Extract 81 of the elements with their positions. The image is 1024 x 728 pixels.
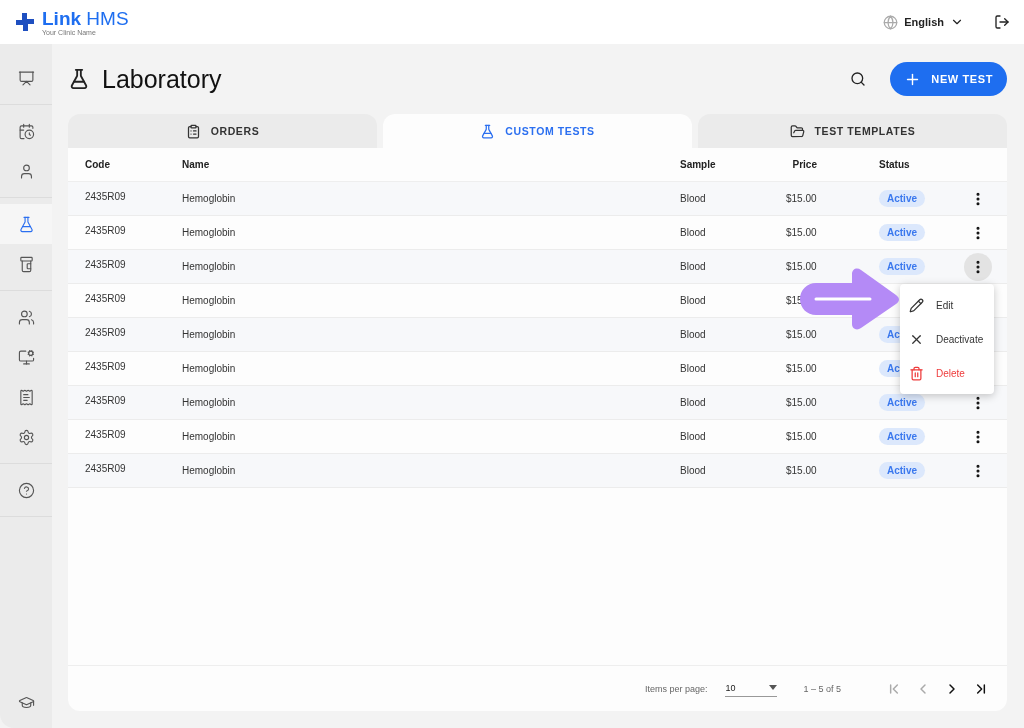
table-cell-text: 2435R09 (85, 360, 127, 372)
table-cell-text: Blood (680, 193, 707, 204)
status-badge: Active (879, 190, 925, 207)
page-size-select[interactable]: 10 (725, 680, 778, 697)
logout-icon (994, 14, 1010, 30)
table-cell-text: Hemoglobin (182, 363, 237, 374)
flask-icon (480, 123, 496, 139)
monitor-gear-icon (17, 348, 35, 366)
status-badge: Active (879, 394, 925, 411)
table-cell-text: Blood (680, 261, 707, 272)
table-cell: $15.00 (786, 261, 817, 272)
dropdown-caret-icon (769, 685, 778, 690)
globe-icon (883, 14, 899, 30)
table-cell-text: 2435R09 (85, 462, 127, 474)
table-cell-text: 2435R09 (85, 224, 127, 236)
receipt-icon (17, 388, 35, 406)
page-title: Laboratory (102, 64, 222, 94)
column-header: Sample (680, 159, 717, 170)
logout-button[interactable] (994, 14, 1010, 30)
page-range: 1 – 5 of 5 (803, 683, 841, 694)
new-test-button[interactable]: NEW TEST (890, 62, 1007, 96)
column-header: Name (182, 159, 211, 170)
status-badge: Active (879, 428, 925, 445)
status-badge: Active (879, 258, 925, 275)
table-cell-text: 2435R09 (85, 190, 127, 202)
table-cell-text: Hemoglobin (182, 397, 237, 408)
brand-name: Link HMS (42, 8, 129, 28)
table-cell: $15.00 (786, 431, 817, 442)
trash-icon (909, 365, 924, 381)
tab[interactable]: ORDERS (68, 114, 377, 148)
table-cell-text: Hemoglobin (182, 329, 237, 340)
table-cell: $15.00 (786, 193, 817, 204)
people-icon (17, 308, 35, 326)
table-cell-text: Blood (680, 329, 707, 340)
table-cell-text: Hemoglobin (182, 193, 237, 204)
table-cell-text: Hemoglobin (182, 261, 237, 272)
column-header: Code (85, 159, 111, 170)
table-cell-text: Blood (680, 431, 707, 442)
calendar-clock-icon (17, 122, 35, 140)
menu-item[interactable]: Edit (900, 288, 994, 322)
more-button[interactable] (964, 252, 992, 281)
sidebar-item[interactable] (0, 204, 52, 244)
table-cell: $15.00 (786, 329, 817, 340)
language-selector[interactable]: English (883, 14, 964, 30)
table-cell-text: Blood (680, 227, 707, 238)
table-cell-text: Hemoglobin (182, 227, 237, 238)
column-header: Status (879, 159, 911, 170)
table-cell-text: Blood (680, 295, 707, 306)
table-cell: $15.00 (786, 465, 817, 476)
search-icon (850, 71, 867, 87)
flask-icon (17, 215, 35, 233)
table-cell-text: Hemoglobin (182, 295, 237, 306)
clipboard-icon (185, 123, 201, 139)
table-cell-text: 2435R09 (85, 258, 127, 270)
items-per-page-label: Items per page: (644, 683, 708, 694)
status-badge: Active (879, 462, 925, 479)
status-badge: Active (879, 224, 925, 241)
table-cell-text: Hemoglobin (182, 465, 237, 476)
search-button[interactable] (850, 71, 867, 87)
cross-logo-icon (16, 13, 34, 31)
table-cell-text: Blood (680, 465, 707, 476)
help-icon (17, 481, 35, 499)
table-cell-text: 2435R09 (85, 292, 127, 304)
table-cell: $15.00 (786, 227, 817, 238)
tab[interactable]: CUSTOM TESTS (383, 114, 692, 148)
table-cell-text: Blood (680, 397, 707, 408)
chart-board-icon (17, 69, 35, 87)
pencil-icon (909, 297, 924, 313)
folder-icon (789, 123, 805, 139)
column-header: Price (791, 159, 817, 170)
table-cell-text: 2435R09 (85, 394, 127, 406)
table-cell-text: 2435R09 (85, 326, 127, 338)
table-cell-text: Hemoglobin (182, 431, 237, 442)
table-cell-text: 2435R09 (85, 428, 127, 440)
table-cell: $15.00 (786, 363, 817, 374)
table-cell-text: Blood (680, 363, 707, 374)
bottle-icon (17, 255, 35, 273)
tab[interactable]: TEST TEMPLATES (698, 114, 1007, 148)
settings-icon (17, 428, 35, 446)
flask-icon (68, 68, 90, 90)
table-cell: $15.00 (786, 397, 817, 408)
